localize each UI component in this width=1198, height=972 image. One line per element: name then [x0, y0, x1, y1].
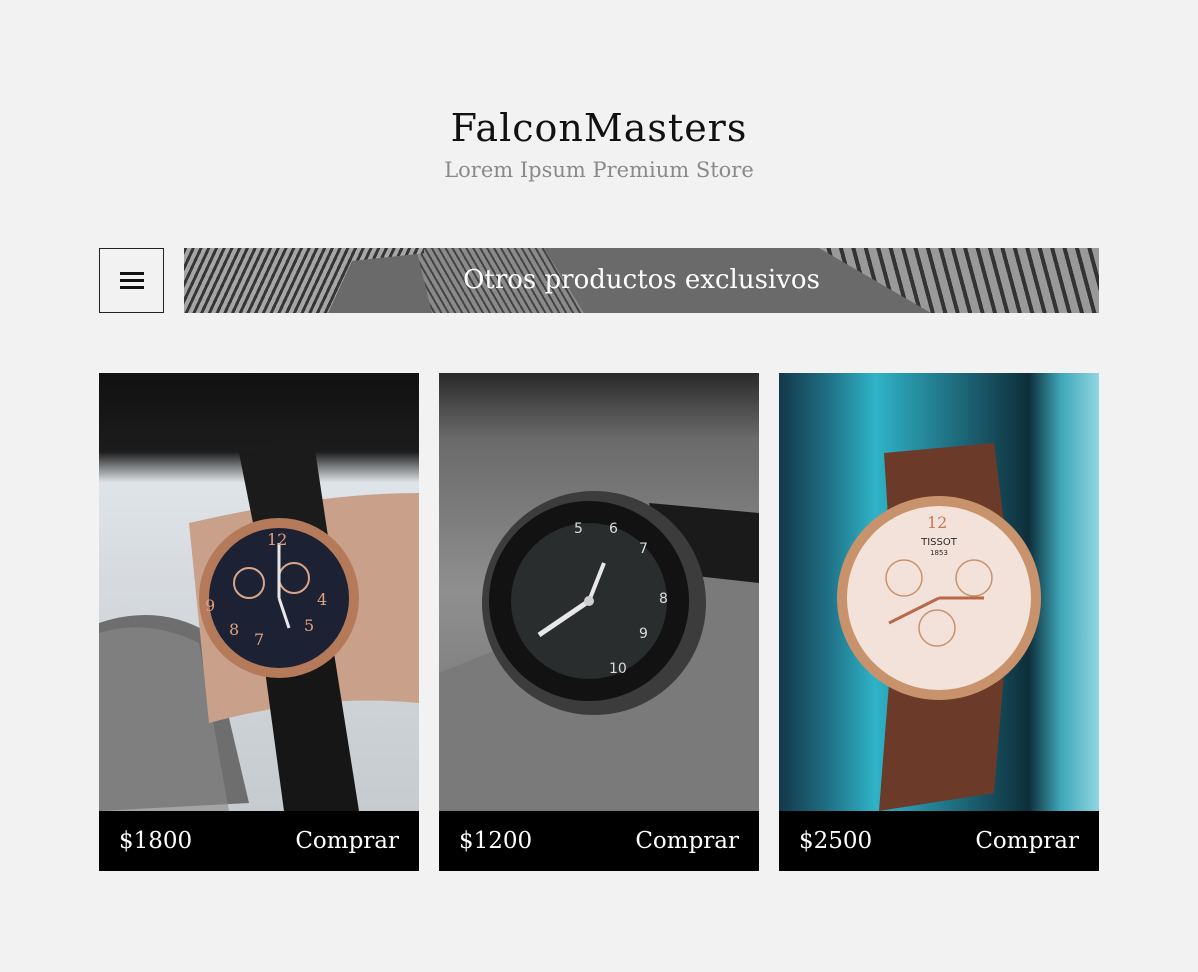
product-price: $2500 — [799, 828, 873, 854]
exclusive-products-banner[interactable]: Otros productos exclusivos — [184, 248, 1099, 313]
product-footer: $1800 Comprar — [99, 811, 419, 871]
hamburger-icon — [119, 268, 144, 293]
product-card[interactable]: 5 6 7 8 9 10 $1200 Comprar — [439, 373, 759, 871]
banner-label: Otros productos exclusivos — [463, 265, 820, 295]
svg-text:5: 5 — [574, 521, 583, 537]
svg-text:12: 12 — [927, 513, 947, 532]
product-image[interactable]: 12 9 4 8 5 7 — [99, 373, 419, 811]
svg-text:8: 8 — [659, 591, 668, 607]
watch-brand-text: TISSOT — [920, 537, 958, 548]
buy-button[interactable]: Comprar — [635, 828, 739, 854]
buy-button[interactable]: Comprar — [975, 828, 1079, 854]
site-title[interactable]: FalconMasters — [0, 100, 1198, 156]
svg-text:9: 9 — [205, 596, 215, 615]
watch-illustration: 12 9 4 8 5 7 — [99, 443, 419, 811]
product-price: $1200 — [459, 828, 533, 854]
svg-text:8: 8 — [229, 620, 239, 639]
watch-illustration: 5 6 7 8 9 10 — [439, 491, 759, 811]
product-price: $1800 — [119, 828, 193, 854]
watch-year-text: 1853 — [930, 549, 948, 557]
product-footer: $2500 Comprar — [779, 811, 1099, 871]
svg-text:4: 4 — [317, 590, 327, 609]
svg-text:9: 9 — [639, 626, 648, 642]
site-subtitle: Lorem Ipsum Premium Store — [444, 158, 754, 182]
buy-button[interactable]: Comprar — [295, 828, 399, 854]
product-image[interactable]: 12 TISSOT 1853 — [779, 373, 1099, 811]
site-header: FalconMasters Lorem Ipsum Premium Store — [0, 100, 1198, 182]
product-card[interactable]: 12 TISSOT 1853 $2500 Comprar — [779, 373, 1099, 871]
svg-text:12: 12 — [267, 530, 287, 549]
svg-text:6: 6 — [609, 521, 618, 537]
menu-button[interactable] — [99, 248, 164, 313]
product-image[interactable]: 5 6 7 8 9 10 — [439, 373, 759, 811]
svg-text:7: 7 — [254, 630, 264, 649]
svg-text:7: 7 — [639, 541, 648, 557]
watch-illustration: 12 TISSOT 1853 — [837, 443, 1041, 811]
svg-text:10: 10 — [609, 661, 627, 677]
product-card[interactable]: 12 9 4 8 5 7 $1800 Comprar — [99, 373, 419, 871]
svg-text:5: 5 — [304, 616, 314, 635]
product-footer: $1200 Comprar — [439, 811, 759, 871]
